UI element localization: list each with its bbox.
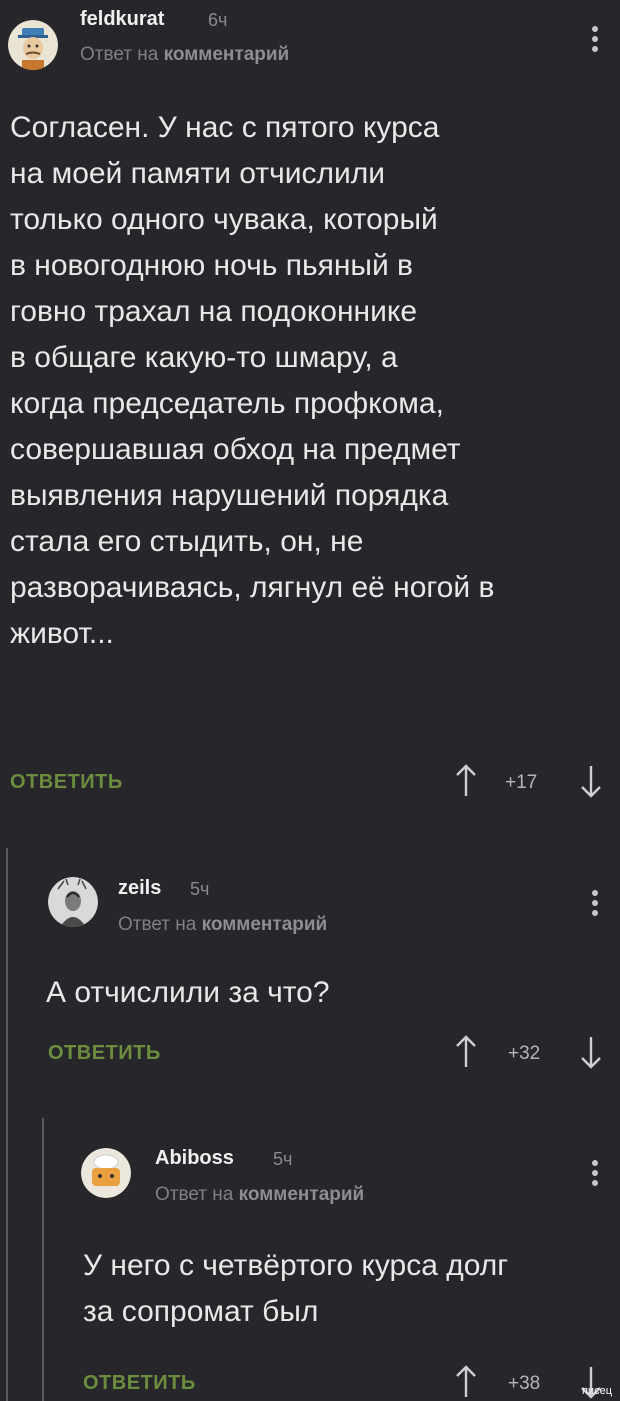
thread-line-level2: [42, 1118, 44, 1401]
arrow-up-icon[interactable]: [455, 1035, 477, 1069]
watermark: писец: [581, 1385, 612, 1397]
avatar-feldkurat[interactable]: [8, 20, 58, 70]
rating-count: +17: [505, 772, 538, 793]
reply-button[interactable]: ОТВЕТИТЬ: [83, 1372, 196, 1395]
comment-author[interactable]: Abiboss: [155, 1147, 234, 1170]
reply-button[interactable]: ОТВЕТИТЬ: [48, 1042, 161, 1065]
arrow-down-icon[interactable]: [580, 764, 602, 798]
comment-time: 6ч: [208, 10, 228, 30]
comment-time: 5ч: [273, 1149, 293, 1169]
avatar-zeils[interactable]: [48, 877, 98, 927]
reply-prefix: Ответ на: [155, 1184, 234, 1205]
more-vertical-icon[interactable]: [591, 890, 599, 920]
reply-to-label[interactable]: Ответ на комментарий: [155, 1184, 364, 1206]
comment-text: Согласен. У нас с пятого курса на моей п…: [10, 111, 495, 650]
arrow-up-icon[interactable]: [455, 1365, 477, 1399]
reply-prefix: Ответ на: [118, 914, 197, 935]
thread-line-level1: [6, 848, 8, 1401]
arrow-up-icon[interactable]: [455, 764, 477, 798]
reply-target-link[interactable]: комментарий: [239, 1184, 365, 1205]
reply-target-link[interactable]: комментарий: [202, 914, 328, 935]
rating-count: +38: [508, 1373, 541, 1394]
comment-author[interactable]: feldkurat: [80, 8, 164, 31]
comment-time: 5ч: [190, 879, 210, 899]
reply-to-label[interactable]: Ответ на комментарий: [80, 44, 289, 66]
comment-text: У него с четвёртого курса долг за сопром…: [83, 1249, 509, 1328]
reply-to-label[interactable]: Ответ на комментарий: [118, 914, 327, 936]
more-vertical-icon[interactable]: [591, 26, 599, 56]
reply-prefix: Ответ на: [80, 44, 159, 65]
rating-count: +32: [508, 1043, 541, 1064]
arrow-down-icon[interactable]: [580, 1035, 602, 1069]
avatar-abiboss[interactable]: [81, 1148, 131, 1198]
more-vertical-icon[interactable]: [591, 1160, 599, 1190]
reply-button[interactable]: ОТВЕТИТЬ: [10, 771, 123, 794]
comment-text: А отчислили за что?: [46, 976, 330, 1009]
reply-target-link[interactable]: комментарий: [164, 44, 290, 65]
comment-author[interactable]: zeils: [118, 877, 161, 900]
